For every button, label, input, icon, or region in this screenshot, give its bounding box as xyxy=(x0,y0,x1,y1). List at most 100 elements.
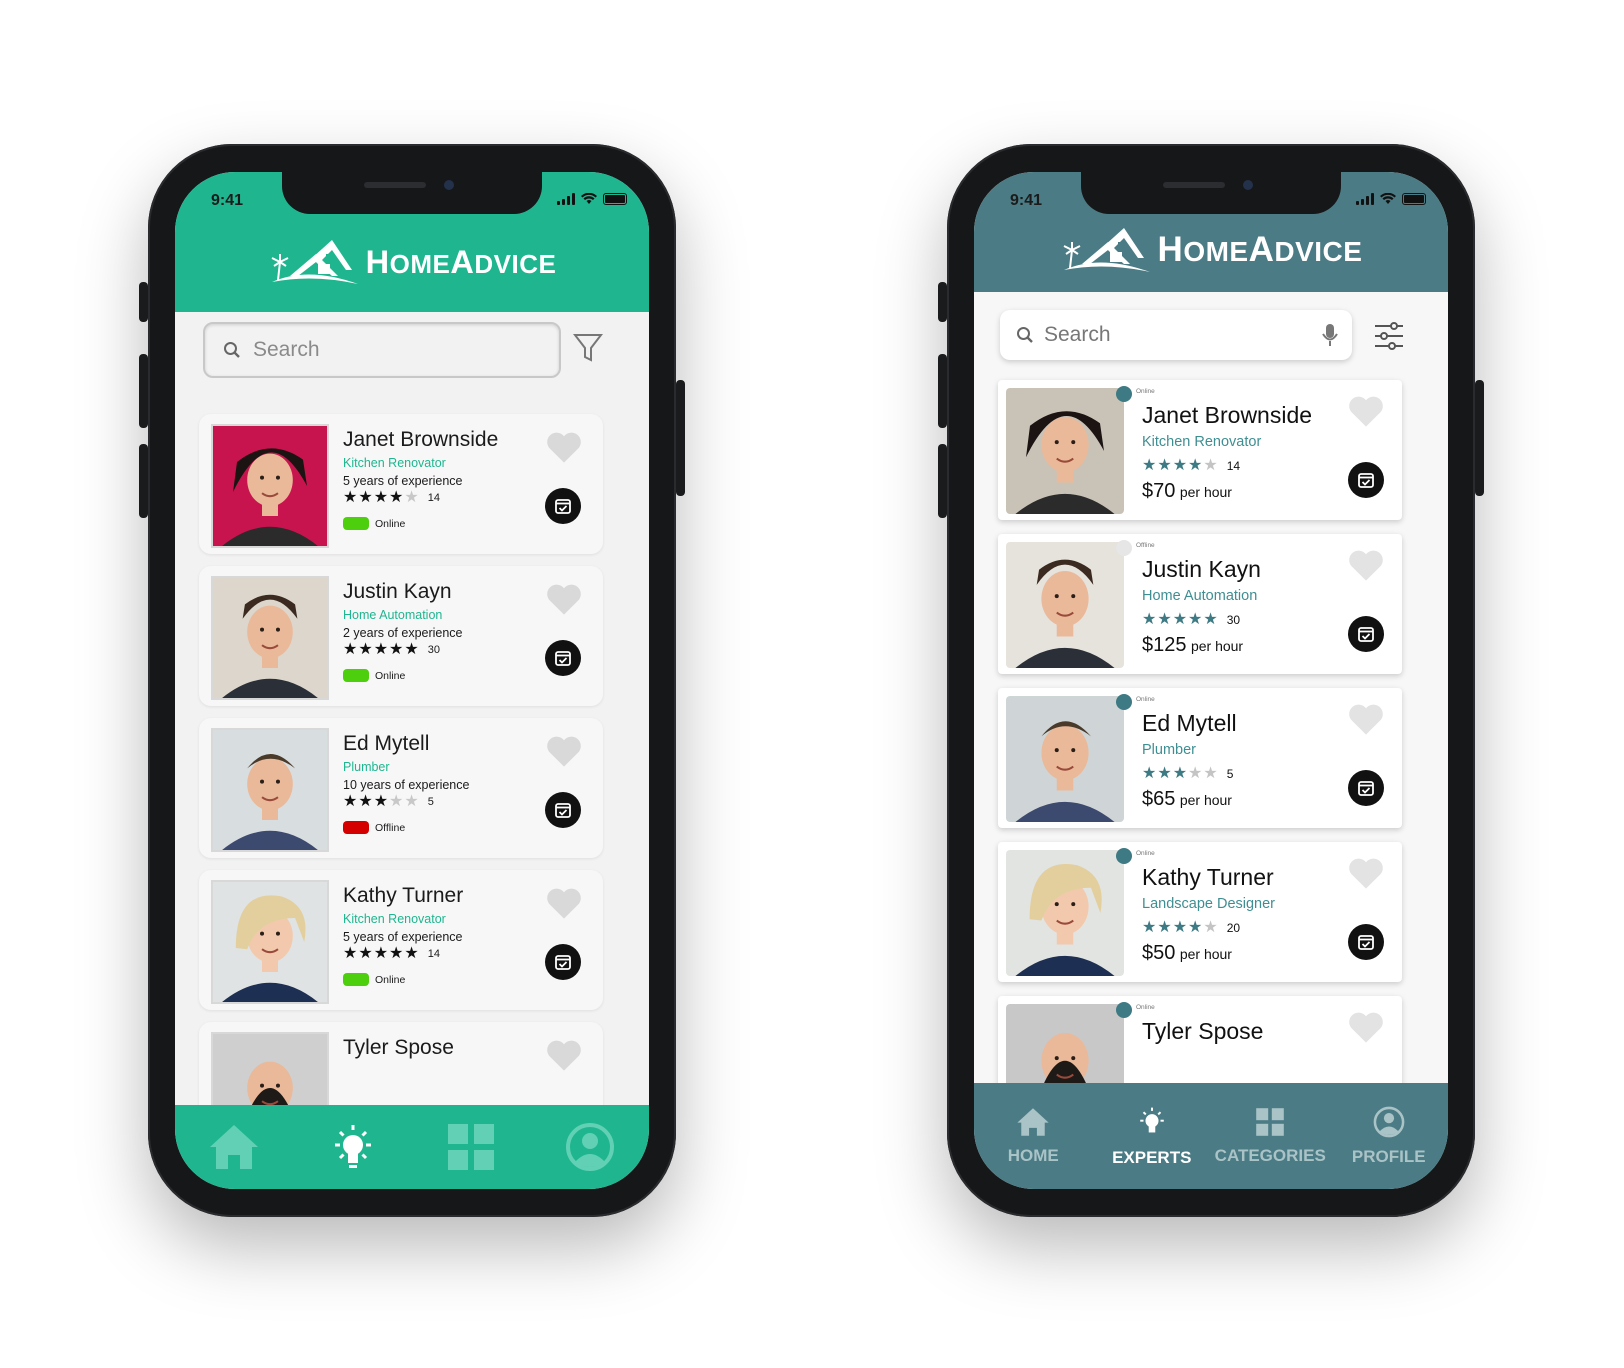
nav-home[interactable] xyxy=(175,1105,294,1189)
rating-star: ★ xyxy=(373,793,389,810)
rating-star: ★ xyxy=(1203,611,1218,628)
rating-star: ★ xyxy=(404,641,419,658)
status-dot xyxy=(1116,848,1132,864)
wifi-icon xyxy=(581,193,597,204)
expert-name: Justin Kayn xyxy=(1142,556,1261,582)
price-amount: $125 xyxy=(1142,634,1187,656)
heart-icon[interactable] xyxy=(546,1040,582,1077)
review-count: 30 xyxy=(1226,613,1241,627)
expert-card[interactable]: Ed Mytell Plumber 10 years of experience… xyxy=(199,718,603,858)
status-label: Online xyxy=(375,517,406,530)
search-input[interactable]: Search xyxy=(1000,310,1352,360)
nav-home[interactable]: HOME xyxy=(974,1083,1093,1189)
calendar-button[interactable] xyxy=(1348,924,1384,960)
expert-card[interactable]: Kathy Turner Kitchen Renovator 5 years o… xyxy=(199,870,603,1010)
nav-label: HOME xyxy=(1007,1145,1059,1165)
expert-name: Kathy Turner xyxy=(1142,864,1274,890)
status-dot xyxy=(1116,694,1132,710)
filter-icon[interactable] xyxy=(573,332,603,364)
heart-icon[interactable] xyxy=(546,584,582,621)
nav-profile[interactable]: PROFILE xyxy=(1330,1083,1449,1189)
status-indicator xyxy=(343,821,369,834)
review-count: 5 xyxy=(1226,767,1234,781)
rating-star: ★ xyxy=(1142,611,1157,628)
rating-star: ★ xyxy=(358,793,373,810)
profile-icon xyxy=(1373,1106,1405,1143)
nav-categories[interactable] xyxy=(412,1105,531,1189)
rating-star: ★ xyxy=(389,489,404,506)
heart-icon[interactable] xyxy=(1348,1012,1384,1049)
expert-card[interactable]: Online Janet Brownside Kitchen Renovator… xyxy=(998,380,1402,520)
rating-star: ★ xyxy=(1188,457,1203,474)
expert-card[interactable]: Justin Kayn Home Automation 2 years of e… xyxy=(199,566,603,706)
price-unit: per hour xyxy=(1190,638,1244,654)
rating-stars: ★ ★ ★ ★ ★ 14 xyxy=(343,490,440,506)
bottom-nav: HOME EXPERTS CATEGORIES PROFILE xyxy=(974,1083,1448,1189)
calendar-button[interactable] xyxy=(1348,462,1384,498)
house-logo-icon xyxy=(1063,228,1150,272)
price-unit: per hour xyxy=(1179,946,1232,962)
review-count: 30 xyxy=(427,644,440,656)
rating-star: ★ xyxy=(404,793,419,810)
price: $125 per hour xyxy=(1142,634,1243,657)
expert-role: Home Automation xyxy=(343,608,443,622)
rating-stars: ★ ★ ★ ★ ★ 30 xyxy=(343,642,440,658)
experts-icon xyxy=(334,1125,371,1168)
nav-label: CATEGORIES xyxy=(1214,1145,1326,1165)
rating-star: ★ xyxy=(358,945,373,962)
calendar-button[interactable] xyxy=(1348,770,1384,806)
status-toggle: Online xyxy=(343,669,405,682)
expert-experience: 5 years of experience xyxy=(343,930,463,944)
nav-experts[interactable] xyxy=(294,1105,413,1189)
search-input[interactable]: Search xyxy=(203,322,561,378)
rating-star: ★ xyxy=(343,945,358,962)
rating-star: ★ xyxy=(373,641,389,658)
microphone-icon[interactable] xyxy=(1322,323,1338,347)
heart-icon[interactable] xyxy=(1348,396,1384,433)
status-indicator xyxy=(343,517,369,530)
nav-profile[interactable] xyxy=(531,1105,650,1189)
heart-icon[interactable] xyxy=(1348,704,1384,741)
settings-sliders-icon[interactable] xyxy=(1374,322,1404,350)
rating-star: ★ xyxy=(1188,765,1203,782)
review-count: 14 xyxy=(1226,459,1241,473)
heart-icon[interactable] xyxy=(1348,858,1384,895)
expert-card[interactable]: Janet Brownside Kitchen Renovator 5 year… xyxy=(199,414,603,554)
search-icon xyxy=(224,342,240,358)
rating-star: ★ xyxy=(389,945,404,962)
nav-experts[interactable]: EXPERTS xyxy=(1093,1083,1212,1189)
expert-role: Plumber xyxy=(343,760,390,774)
heart-icon[interactable] xyxy=(546,888,582,925)
expert-card[interactable]: Online Ed Mytell Plumber ★ ★ ★ ★ ★ 5 $65 per… xyxy=(998,688,1402,828)
calendar-button[interactable] xyxy=(545,488,581,524)
calendar-button[interactable] xyxy=(545,640,581,676)
status-time: 9:41 xyxy=(1010,192,1043,209)
rating-star: ★ xyxy=(1142,765,1157,782)
status-label: Online xyxy=(1136,850,1155,857)
expert-experience: 10 years of experience xyxy=(343,778,470,792)
status-dot xyxy=(1116,386,1132,402)
calendar-button[interactable] xyxy=(545,944,581,980)
calendar-button[interactable] xyxy=(545,792,581,828)
battery-icon xyxy=(1402,193,1426,205)
expert-role: Kitchen Renovator xyxy=(1142,434,1262,450)
status-toggle: Offline xyxy=(343,821,405,834)
calendar-button[interactable] xyxy=(1348,616,1384,652)
brand-name: HOMEADVICE xyxy=(365,243,557,280)
heart-icon[interactable] xyxy=(546,736,582,773)
search-placeholder: Search xyxy=(1044,323,1111,346)
status-label: Online xyxy=(375,973,406,986)
expert-card[interactable]: Offline Justin Kayn Home Automation ★ ★ ★ ★… xyxy=(998,534,1402,674)
expert-name: Justin Kayn xyxy=(343,580,452,603)
left-phone: 9:41 HOMEADVICE Search Janet Brownside K… xyxy=(139,144,685,1217)
categories-icon xyxy=(448,1124,495,1170)
rating-star: ★ xyxy=(358,641,373,658)
expert-card[interactable]: Online Kathy Turner Landscape Designer ★… xyxy=(998,842,1402,982)
heart-icon[interactable] xyxy=(1348,550,1384,587)
heart-icon[interactable] xyxy=(546,432,582,469)
battery-icon xyxy=(603,193,627,205)
nav-categories[interactable]: CATEGORIES xyxy=(1211,1083,1330,1189)
status-indicator xyxy=(343,669,369,682)
rating-star: ★ xyxy=(1157,611,1172,628)
expert-photo xyxy=(1006,850,1124,976)
